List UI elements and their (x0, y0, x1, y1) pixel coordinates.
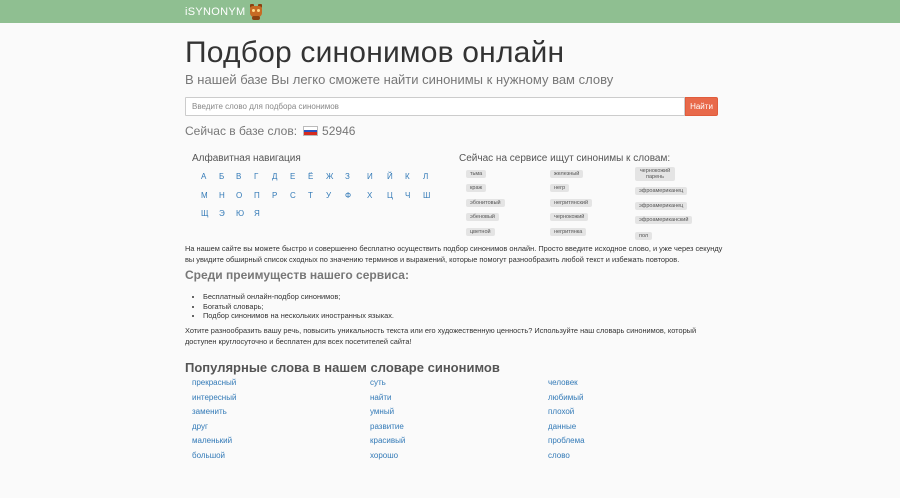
alphabet-letter-link[interactable]: Я (254, 209, 260, 218)
search-tag[interactable]: краж (466, 184, 487, 192)
alphabet-letter-link[interactable]: К (405, 172, 410, 181)
popular-word-link[interactable]: интересный (192, 393, 236, 402)
russia-flag-icon (303, 126, 319, 136)
popular-word-link[interactable]: данные (548, 422, 576, 431)
alphabet-letter-link[interactable]: С (290, 191, 296, 200)
alphabet-letter-link[interactable]: Ф (345, 191, 351, 200)
popular-word-link[interactable]: маленький (192, 436, 232, 445)
popular-word-link[interactable]: хорошо (370, 451, 398, 460)
search-tag[interactable]: эфроамериканский (635, 216, 693, 224)
alphabet-letter-link[interactable]: Э (219, 209, 225, 218)
alphabet-letter-link[interactable]: А (201, 172, 206, 181)
alphabet-letter-link[interactable]: Л (423, 172, 428, 181)
brand-link[interactable]: iSYNONYM (185, 4, 263, 20)
alphabet-letter-link[interactable]: Ю (236, 209, 244, 218)
popular-word-link[interactable]: человек (548, 378, 578, 387)
page-subtitle: В нашей базе Вы легко сможете найти сино… (185, 72, 614, 87)
search-button[interactable]: Найти (685, 97, 718, 116)
advantages-list: Бесплатный онлайн-подбор синонимов; Бога… (203, 292, 394, 321)
alphabet-letter-link[interactable]: У (326, 191, 331, 200)
search-tag[interactable]: негр (550, 184, 570, 192)
alphabet-letter-link[interactable]: Г (254, 172, 258, 181)
popular-word-link[interactable]: умный (370, 407, 394, 416)
popular-word-link[interactable]: большой (192, 451, 225, 460)
popular-word-link[interactable]: прекрасный (192, 378, 236, 387)
search-tag[interactable]: чернокожий (550, 213, 589, 221)
owl-logo-icon (249, 4, 263, 20)
alphabet-letter-link[interactable]: И (367, 172, 373, 181)
list-item: Богатый словарь; (203, 302, 394, 312)
search-tag[interactable]: железный (550, 170, 584, 178)
popular-word-link[interactable]: любимый (548, 393, 583, 402)
search-tag[interactable]: тьма (466, 170, 487, 178)
alphabet-letter-link[interactable]: Х (367, 191, 372, 200)
alphabet-letter-link[interactable]: З (345, 172, 350, 181)
popular-word-link[interactable]: красивый (370, 436, 405, 445)
search-input[interactable] (185, 97, 685, 116)
popular-word-link[interactable]: плохой (548, 407, 574, 416)
alphabet-letter-link[interactable]: Р (272, 191, 277, 200)
word-counter: Сейчас в базе слов: 52946 (185, 124, 355, 138)
alphabet-heading: Алфавитная навигация (192, 153, 301, 164)
search-tag[interactable]: эфроамериканец (635, 187, 688, 195)
alphabet-letter-link[interactable]: Т (308, 191, 313, 200)
search-tag[interactable]: цветной (466, 228, 495, 236)
alphabet-letter-link[interactable]: Н (219, 191, 225, 200)
alphabet-letter-link[interactable]: Щ (201, 209, 209, 218)
counter-label: Сейчас в базе слов: (185, 124, 298, 138)
search-tag[interactable]: эфроамериканец (635, 202, 688, 210)
alphabet-letter-link[interactable]: Е (290, 172, 295, 181)
alphabet-letter-link[interactable]: П (254, 191, 260, 200)
popular-word-link[interactable]: найти (370, 393, 391, 402)
popular-word-link[interactable]: заменить (192, 407, 227, 416)
popular-heading: Популярные слова в нашем словаре синоним… (185, 360, 500, 375)
page-title: Подбор синонимов онлайн (185, 36, 565, 69)
advantages-heading: Среди преимуществ нашего сервиса: (185, 268, 409, 282)
alphabet-letter-link[interactable]: Б (219, 172, 224, 181)
popular-word-link[interactable]: развитие (370, 422, 404, 431)
list-item: Подбор синонимов на нескольких иностранн… (203, 311, 394, 321)
alphabet-letter-link[interactable]: В (236, 172, 241, 181)
alphabet-letter-link[interactable]: Ч (405, 191, 410, 200)
alphabet-letter-link[interactable]: Ё (308, 172, 313, 181)
search-tag[interactable]: чернокожий парень (635, 167, 675, 181)
navbar: iSYNONYM (0, 0, 900, 23)
alphabet-letter-link[interactable]: Ш (423, 191, 430, 200)
popular-word-link[interactable]: друг (192, 422, 208, 431)
alphabet-letter-link[interactable]: Д (272, 172, 277, 181)
search-tag[interactable]: пол (635, 232, 653, 240)
search-tag[interactable]: негритянка (550, 228, 587, 236)
alphabet-letter-link[interactable]: Ж (326, 172, 333, 181)
intro-text: На нашем сайте вы можете быстро и соверш… (185, 244, 723, 264)
popular-word-link[interactable]: слово (548, 451, 570, 460)
search-tag[interactable]: негритянский (550, 199, 593, 207)
alphabet-letter-link[interactable]: М (201, 191, 208, 200)
now-searching-heading: Сейчас на сервисе ищут синонимы к словам… (459, 153, 671, 164)
counter-value: 52946 (322, 124, 356, 138)
alphabet-letter-link[interactable]: О (236, 191, 242, 200)
popular-word-link[interactable]: проблема (548, 436, 585, 445)
popular-word-link[interactable]: суть (370, 378, 386, 387)
search-tag[interactable]: эбонитовый (466, 199, 505, 207)
outro-text: Хотите разнообразить вашу речь, повысить… (185, 326, 697, 346)
brand-name: iSYNONYM (185, 6, 246, 18)
list-item: Бесплатный онлайн-подбор синонимов; (203, 292, 394, 302)
search-tag[interactable]: эбеновый (466, 213, 499, 221)
alphabet-letter-link[interactable]: Й (387, 172, 393, 181)
alphabet-letter-link[interactable]: Ц (387, 191, 393, 200)
